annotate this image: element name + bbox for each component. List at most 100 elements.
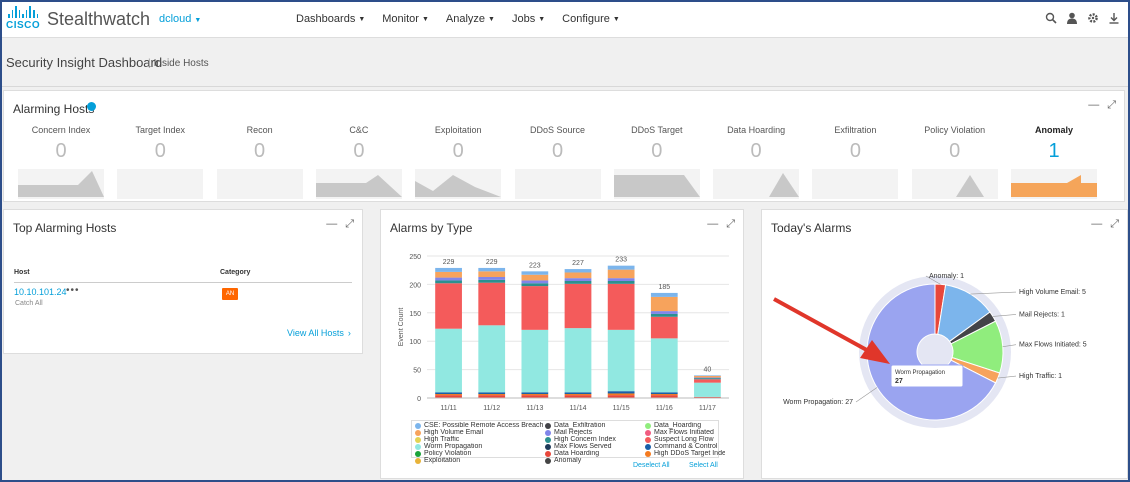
column-header-category[interactable]: Category <box>220 269 250 276</box>
bar-segment[interactable] <box>564 278 592 281</box>
legend-item[interactable]: High Concern Index <box>545 436 645 443</box>
legend-item[interactable]: Data_Hoarding <box>645 422 725 429</box>
bar-segment[interactable] <box>607 280 635 284</box>
tile-policy-violation[interactable]: Policy Violation 0 <box>911 125 998 199</box>
bar-segment[interactable] <box>564 280 592 284</box>
minimize-icon[interactable]: — <box>1088 99 1099 112</box>
bar-segment[interactable] <box>478 267 506 272</box>
tile-exfiltration[interactable]: Exfiltration 0 <box>812 125 899 199</box>
bar-segment[interactable] <box>650 338 678 393</box>
bar-segment[interactable] <box>521 392 549 395</box>
bar-segment[interactable] <box>435 267 462 272</box>
user-icon[interactable] <box>1066 11 1078 25</box>
bar-segment[interactable] <box>521 286 549 330</box>
minimize-icon[interactable]: — <box>707 218 718 231</box>
tile-concern-index[interactable]: Concern Index 0 <box>18 125 104 199</box>
bar-segment[interactable] <box>478 325 506 393</box>
deselect-all-link[interactable]: Deselect All <box>633 462 670 469</box>
bar-segment[interactable] <box>521 394 549 396</box>
legend-item[interactable]: Command & Control <box>645 443 725 450</box>
bar-segment[interactable] <box>564 283 592 329</box>
tile-count[interactable]: 0 <box>217 141 303 161</box>
nav-analyze[interactable]: Analyze ▼ <box>446 13 495 25</box>
bar-segment[interactable] <box>694 375 721 376</box>
nav-jobs[interactable]: Jobs ▼ <box>512 13 545 25</box>
cisco-logo[interactable]: CISCO <box>6 6 40 34</box>
view-all-hosts-link[interactable]: View All Hosts › <box>287 328 351 338</box>
tile-count[interactable]: 0 <box>912 141 998 161</box>
bar-segment[interactable] <box>564 269 592 273</box>
tile-ddos-source[interactable]: DDoS Source 0 <box>514 125 601 199</box>
legend-item[interactable]: Anomaly <box>545 457 645 464</box>
legend-item[interactable]: Suspect Long Flow <box>645 436 725 443</box>
bar-segment[interactable] <box>694 379 721 383</box>
bar-segment[interactable] <box>650 311 678 314</box>
bar-segment[interactable] <box>478 271 506 278</box>
more-options-icon[interactable]: ••• <box>66 285 80 296</box>
bar-segment[interactable] <box>521 280 549 284</box>
bar-segment[interactable] <box>694 375 721 378</box>
bar-segment[interactable] <box>607 265 635 270</box>
tile-anomaly[interactable]: Anomaly 1 <box>1011 125 1097 199</box>
bar-segment[interactable] <box>650 394 678 396</box>
legend-item[interactable]: CSE: Possible Remote Access Breach <box>415 422 545 429</box>
minimize-icon[interactable]: — <box>326 218 337 231</box>
bar-segment[interactable] <box>607 329 635 392</box>
tile-count[interactable]: 0 <box>316 141 402 161</box>
bar-segment[interactable] <box>435 328 462 393</box>
bar-segment[interactable] <box>607 278 635 281</box>
column-header-host[interactable]: Host <box>14 269 30 276</box>
legend-item[interactable]: High Volume Email <box>415 429 545 436</box>
tile-exploitation[interactable]: Exploitation 0 <box>415 125 502 199</box>
tile-count[interactable]: 0 <box>515 141 601 161</box>
expand-icon[interactable]: ⤢ <box>726 218 735 231</box>
tile-count[interactable]: 0 <box>812 141 898 161</box>
bar-segment[interactable] <box>607 269 635 279</box>
bar-segment[interactable] <box>564 272 592 279</box>
tile-target-index[interactable]: Target Index 0 <box>117 125 204 199</box>
bar-segment[interactable] <box>478 279 506 283</box>
bar-segment[interactable] <box>478 277 506 280</box>
tile-ddos-target[interactable]: DDoS Target 0 <box>613 125 700 199</box>
legend-item[interactable]: Worm Propagation <box>415 443 545 450</box>
bar-segment[interactable] <box>521 274 549 281</box>
category-badge[interactable]: AN <box>222 288 238 300</box>
legend-item[interactable]: Data_Exfiltration <box>545 422 645 429</box>
legend-item[interactable]: Policy Violation <box>415 450 545 457</box>
bar-segment[interactable] <box>521 329 549 393</box>
bar-segment[interactable] <box>435 277 462 281</box>
bar-segment[interactable] <box>694 378 721 380</box>
bar-segment[interactable] <box>607 393 635 396</box>
tenant-selector[interactable]: dcloud ▼ <box>159 13 201 25</box>
tile-count[interactable]: 0 <box>18 141 104 161</box>
bar-segment[interactable] <box>478 394 506 396</box>
select-all-link[interactable]: Select All <box>689 462 718 469</box>
bar-segment[interactable] <box>607 283 635 330</box>
bar-segment[interactable] <box>478 392 506 395</box>
bar-segment[interactable] <box>564 394 592 396</box>
legend-item[interactable]: Exploitation <box>415 457 545 464</box>
tile-recon[interactable]: Recon 0 <box>216 125 303 199</box>
tile-count[interactable]: 1 <box>1011 141 1097 161</box>
bar-segment[interactable] <box>521 271 549 275</box>
bar-segment[interactable] <box>521 283 549 287</box>
bar-segment[interactable] <box>435 280 462 284</box>
tile-count[interactable]: 0 <box>415 141 501 161</box>
download-icon[interactable] <box>1108 11 1120 25</box>
bar-segment[interactable] <box>435 283 462 329</box>
legend-item[interactable]: Data Hoarding <box>545 450 645 457</box>
info-icon[interactable] <box>87 102 96 111</box>
bar-segment[interactable] <box>478 282 506 326</box>
bar-segment[interactable] <box>650 392 678 395</box>
bar-segment[interactable] <box>650 313 678 317</box>
nav-monitor[interactable]: Monitor ▼ <box>382 13 429 25</box>
tile-c-c[interactable]: C&C 0 <box>315 125 402 199</box>
bar-segment[interactable] <box>607 391 635 394</box>
legend-item[interactable]: Max Flows Initiated <box>645 429 725 436</box>
expand-icon[interactable]: ⤢ <box>1107 99 1116 112</box>
host-link[interactable]: 10.10.101.24 <box>14 287 67 297</box>
bar-segment[interactable] <box>694 377 721 379</box>
bar-segment[interactable] <box>694 382 721 397</box>
bar-segment[interactable] <box>435 392 462 395</box>
gear-icon[interactable] <box>1087 11 1099 25</box>
